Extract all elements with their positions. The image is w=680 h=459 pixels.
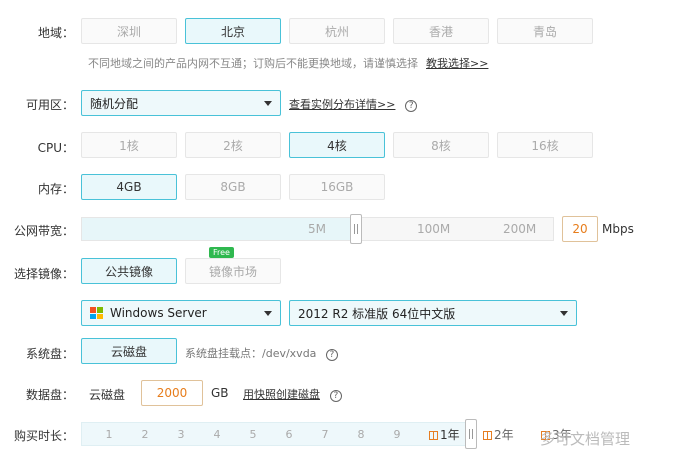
bandwidth-slider[interactable]: 5M 100M 200M (81, 217, 554, 241)
zone-select[interactable]: 随机分配 (81, 90, 281, 116)
memory-label: 内存： (37, 182, 74, 196)
system-disk-type[interactable]: 云磁盘 (81, 338, 177, 364)
region-option-beijing[interactable]: 北京 (185, 18, 281, 44)
memory-option-16gb[interactable]: 16GB (289, 174, 385, 200)
memory-option-8gb[interactable]: 8GB (185, 174, 281, 200)
slider-handle-icon[interactable] (465, 419, 477, 449)
region-label: 地域： (37, 26, 74, 40)
bandwidth-mark-5m: 5M (308, 222, 326, 236)
zone-distribution-link[interactable]: 查看实例分布详情>> (289, 98, 395, 111)
cpu-option-1[interactable]: 1核 (81, 132, 177, 158)
bandwidth-mark-100m: 100M (417, 222, 451, 236)
duration-month-6[interactable]: 6 (279, 428, 299, 441)
version-select[interactable]: 2012 R2 标准版 64位中文版 (289, 300, 577, 326)
os-select[interactable]: Windows Server (81, 300, 281, 326)
slider-handle-icon[interactable] (350, 214, 362, 244)
version-select-value: 2012 R2 标准版 64位中文版 (298, 306, 456, 321)
zone-extras: 查看实例分布详情>> ? (289, 96, 418, 112)
handle-grip (469, 429, 473, 439)
duration-month-2[interactable]: 2 (135, 428, 155, 441)
data-disk-type: 云磁盘 (89, 388, 126, 402)
zone-select-value: 随机分配 (90, 96, 139, 111)
system-disk-label: 系统盘： (25, 347, 74, 361)
duration-month-5[interactable]: 5 (243, 428, 263, 441)
bandwidth-mark-200m: 200M (503, 222, 537, 236)
region-help-link[interactable]: 教我选择>> (426, 57, 488, 70)
cpu-option-4[interactable]: 4核 (289, 132, 385, 158)
bandwidth-label: 公网带宽： (13, 224, 74, 238)
bandwidth-input[interactable]: 20 (562, 216, 598, 242)
help-circle-icon[interactable]: ? (405, 100, 418, 112)
duration-year-1[interactable]: 1年 (429, 426, 460, 443)
snapshot-link[interactable]: 用快照创建磁盘 (243, 388, 320, 401)
caret-down-icon (560, 311, 568, 316)
bandwidth-unit: Mbps (602, 222, 634, 236)
duration-label: 购买时长： (13, 429, 74, 443)
duration-year-1-label: 1年 (440, 428, 460, 442)
duration-year-2[interactable]: 2年 (483, 426, 514, 443)
image-label: 选择镜像： (13, 267, 74, 281)
data-disk-unit: GB (211, 386, 229, 400)
os-select-value: Windows Server (110, 306, 207, 320)
free-badge: Free (209, 247, 234, 258)
cpu-label: CPU： (37, 141, 74, 155)
image-tab-public[interactable]: 公共镜像 (81, 258, 177, 284)
duration-month-7[interactable]: 7 (315, 428, 335, 441)
help-circle-icon[interactable]: ? (329, 390, 342, 402)
caret-down-icon (264, 311, 272, 316)
region-option-hangzhou[interactable]: 杭州 (289, 18, 385, 44)
duration-month-9[interactable]: 9 (387, 428, 407, 441)
duration-month-4[interactable]: 4 (207, 428, 227, 441)
zone-label: 可用区： (25, 98, 74, 112)
duration-slider[interactable]: 1 2 3 4 5 6 7 8 9 (81, 422, 467, 446)
data-disk-extras: 用快照创建磁盘 ? (243, 386, 342, 402)
duration-month-8[interactable]: 8 (351, 428, 371, 441)
duration-month-3[interactable]: 3 (171, 428, 191, 441)
region-note: 不同地域之间的产品内网不互通；订购后不能更换地域，请谨慎选择 教我选择>> (88, 55, 488, 71)
memory-option-4gb[interactable]: 4GB (81, 174, 177, 200)
region-note-text: 不同地域之间的产品内网不互通；订购后不能更换地域，请谨慎选择 (88, 57, 418, 70)
cpu-option-8[interactable]: 8核 (393, 132, 489, 158)
caret-down-icon (264, 101, 272, 106)
gift-icon (483, 431, 492, 440)
image-tab-market[interactable]: 镜像市场 (185, 258, 281, 284)
watermark-text: 多可文档管理 (540, 430, 631, 448)
duration-month-1[interactable]: 1 (99, 428, 119, 441)
region-option-hongkong[interactable]: 香港 (393, 18, 489, 44)
region-option-qingdao[interactable]: 青岛 (497, 18, 593, 44)
watermark: 多可文档管理 (540, 428, 630, 449)
system-disk-mount-note: 系统盘挂载点：/dev/xvda (185, 347, 317, 360)
handle-grip (354, 224, 358, 234)
help-circle-icon[interactable]: ? (325, 349, 338, 361)
data-disk-size-input[interactable]: 2000 (141, 380, 203, 406)
gift-icon (429, 431, 438, 440)
data-disk-label: 数据盘： (25, 388, 74, 402)
windows-logo-icon (90, 307, 104, 319)
duration-year-2-label: 2年 (494, 428, 514, 442)
cpu-option-16[interactable]: 16核 (497, 132, 593, 158)
region-option-shenzhen[interactable]: 深圳 (81, 18, 177, 44)
system-disk-note: 系统盘挂载点：/dev/xvda ? (185, 345, 338, 361)
cpu-option-2[interactable]: 2核 (185, 132, 281, 158)
